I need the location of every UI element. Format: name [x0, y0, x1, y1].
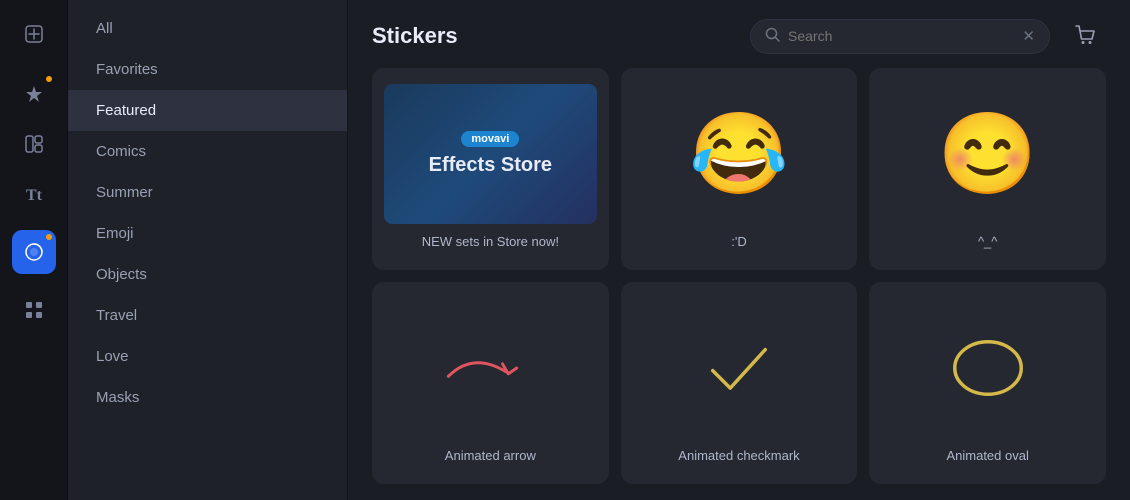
search-clear-icon[interactable]: ✕: [1022, 27, 1035, 45]
sticker-button[interactable]: [12, 230, 56, 274]
category-sidebar: All Favorites Featured Comics Summer Emo…: [68, 0, 348, 500]
sidebar-item-emoji[interactable]: Emoji: [68, 213, 347, 254]
movavi-badge: movavi: [461, 131, 519, 147]
add-button[interactable]: [12, 12, 56, 56]
grid-button[interactable]: [12, 288, 56, 332]
search-icon: [765, 27, 780, 46]
smile-emoji: 😊: [938, 114, 1038, 194]
sidebar-item-comics[interactable]: Comics: [68, 131, 347, 172]
arrow-visual: [384, 298, 597, 438]
cart-button[interactable]: [1066, 16, 1106, 56]
smile-label: ^_^: [978, 234, 997, 249]
sidebar-item-featured[interactable]: Featured: [68, 90, 347, 131]
effects-store-visual: movavi Effects Store: [384, 84, 597, 224]
crying-laugh-emoji: 😂: [689, 114, 789, 194]
arrow-svg: [440, 338, 540, 398]
text-button[interactable]: Tt: [12, 172, 56, 216]
checkmark-label: Animated checkmark: [678, 448, 799, 463]
sticker-card-crying-laugh[interactable]: 😂 :'D: [621, 68, 858, 270]
sidebar-item-travel[interactable]: Travel: [68, 295, 347, 336]
effects-store-bg: movavi Effects Store: [384, 84, 597, 224]
sticker-grid: movavi Effects Store NEW sets in Store n…: [348, 68, 1130, 500]
icon-bar: Tt: [0, 0, 68, 500]
sticker-card-animated-arrow[interactable]: Animated arrow: [372, 282, 609, 484]
sidebar-item-love[interactable]: Love: [68, 336, 347, 377]
sidebar-item-masks[interactable]: Masks: [68, 377, 347, 418]
oval-label: Animated oval: [946, 448, 1028, 463]
main-header: Stickers ✕: [348, 0, 1130, 68]
page-title: Stickers: [372, 23, 734, 49]
effects-store-label: NEW sets in Store now!: [422, 234, 559, 249]
sidebar-item-summer[interactable]: Summer: [68, 172, 347, 213]
search-bar: ✕: [750, 19, 1050, 54]
smile-visual: 😊: [881, 84, 1094, 224]
layout-button[interactable]: [12, 122, 56, 166]
pin-button[interactable]: [12, 72, 56, 116]
svg-text:Tt: Tt: [26, 187, 43, 204]
sticker-card-effects-store[interactable]: movavi Effects Store NEW sets in Store n…: [372, 68, 609, 270]
main-content: Stickers ✕ movavi: [348, 0, 1130, 500]
sticker-dot: [46, 234, 52, 240]
sidebar-item-favorites[interactable]: Favorites: [68, 49, 347, 90]
checkmark-svg: [704, 333, 774, 403]
oval-visual: [881, 298, 1094, 438]
sticker-card-animated-oval[interactable]: Animated oval: [869, 282, 1106, 484]
crying-laugh-visual: 😂: [633, 84, 846, 224]
sidebar-item-all[interactable]: All: [68, 8, 347, 49]
effects-store-title: Effects Store: [429, 153, 552, 177]
sidebar-item-objects[interactable]: Objects: [68, 254, 347, 295]
oval-svg: [943, 333, 1033, 403]
checkmark-visual: [633, 298, 846, 438]
sticker-card-animated-checkmark[interactable]: Animated checkmark: [621, 282, 858, 484]
arrow-label: Animated arrow: [445, 448, 536, 463]
search-input[interactable]: [788, 28, 1014, 44]
sticker-card-smile[interactable]: 😊 ^_^: [869, 68, 1106, 270]
pin-dot: [46, 76, 52, 82]
crying-laugh-label: :'D: [731, 234, 746, 249]
